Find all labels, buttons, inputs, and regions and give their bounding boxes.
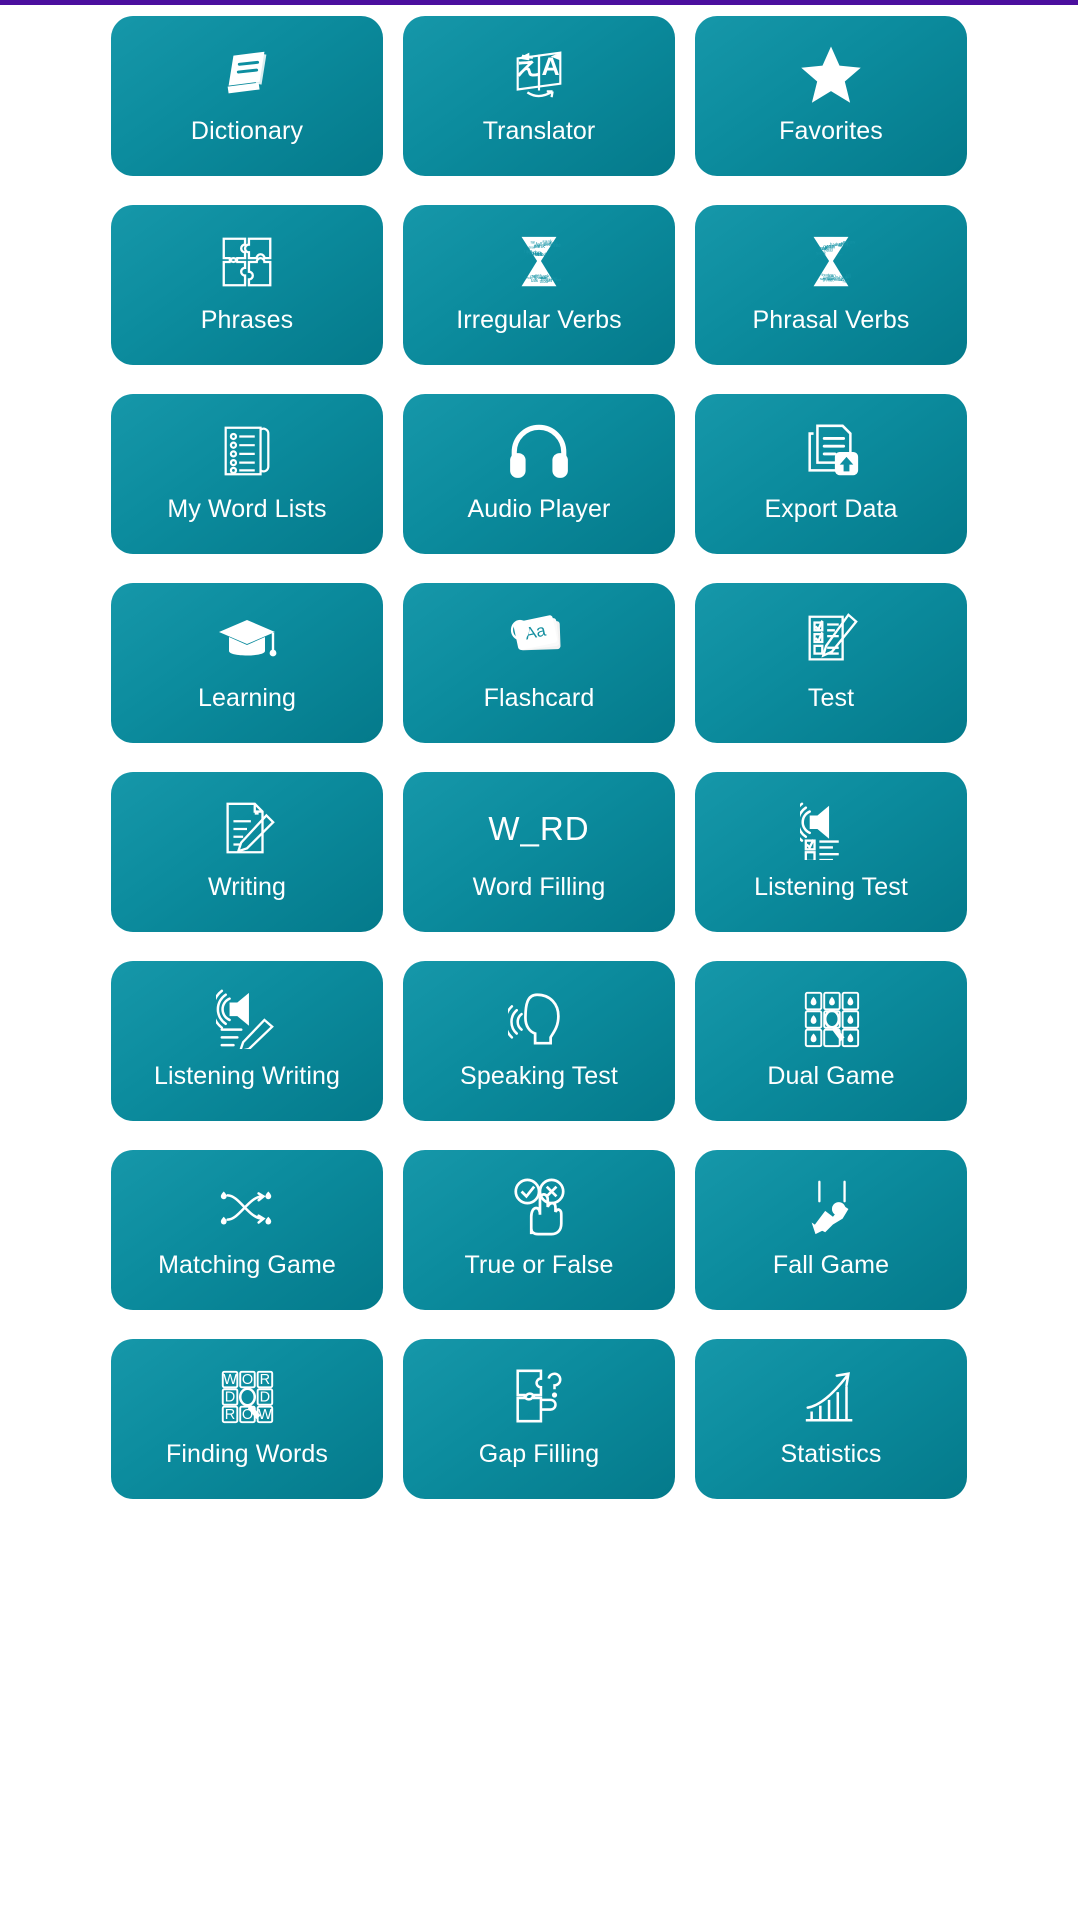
hourglass-words-icon: thod grow sank talk fall had met ran sat thod grow… [695,225,967,299]
graduation-cap-icon [111,603,383,677]
checklist-pencil-icon [695,603,967,677]
card-label: My Word Lists [167,497,326,522]
feature-card-listening-writing[interactable]: Listening Writing [111,961,383,1121]
svg-text:fall: fall [536,242,542,248]
speaker-checklist-icon [695,792,967,866]
scroll-list-icon [111,414,383,488]
speaking-head-icon [403,981,675,1055]
svg-text:met: met [845,275,851,279]
card-label: Gap Filling [479,1442,600,1467]
card-label: Statistics [780,1442,881,1467]
card-label: Speaking Test [460,1064,618,1089]
feature-card-export-data[interactable]: Export Data [695,394,967,554]
card-label: Favorites [779,119,883,144]
svg-text:O: O [242,1372,253,1388]
card-label: Listening Test [754,875,908,900]
check-cross-hand-icon [403,1170,675,1244]
book-icon [111,36,383,110]
flashcards-icon: Aa [403,603,675,677]
puzzle-question-icon [403,1359,675,1433]
feature-card-test[interactable]: Test [695,583,967,743]
card-label: Dual Game [767,1064,894,1089]
feature-card-phrases[interactable]: Phrases [111,205,383,365]
feature-card-matching-game[interactable]: Matching Game [111,1150,383,1310]
hourglass-words-icon: thod grow sank talk fall had met ran sat thod grow… [403,225,675,299]
feature-card-writing[interactable]: Writing [111,772,383,932]
word-search-grid-icon: WORDDROW [111,1359,383,1433]
memory-card-grid-icon [695,981,967,1055]
bar-chart-arrow-icon [695,1359,967,1433]
svg-text:ran: ran [533,251,541,257]
svg-text:had: had [843,279,849,284]
headphones-icon [403,414,675,488]
feature-card-statistics[interactable]: Statistics [695,1339,967,1499]
star-icon [695,36,967,110]
svg-text:thod: thod [834,277,842,282]
card-label: Irregular Verbs [456,308,621,333]
card-label: Phrasal Verbs [753,308,910,333]
svg-text:D: D [260,1389,270,1405]
feature-card-dictionary[interactable]: Dictionary [111,16,383,176]
card-label: Learning [198,686,296,711]
feature-card-flashcard[interactable]: Aa Flashcard [403,583,675,743]
feature-card-learning[interactable]: Learning [111,583,383,743]
feature-card-dual-game[interactable]: Dual Game [695,961,967,1121]
feature-card-audio-player[interactable]: Audio Player [403,394,675,554]
svg-text:sat: sat [553,243,560,249]
card-label: Writing [208,875,286,900]
card-label: True or False [464,1253,613,1278]
card-label: Listening Writing [154,1064,340,1089]
card-label: Dictionary [191,119,303,144]
card-label: Translator [483,119,596,144]
feature-card-irregular-verbs[interactable]: thod grow sank talk fall had met ran sat thod grow… [403,205,675,365]
document-pencil-icon [111,792,383,866]
svg-text:ran: ran [827,244,835,250]
feature-card-translator[interactable]: え A Translator [403,16,675,176]
svg-text:ran: ran [532,274,537,278]
feature-card-fall-game[interactable]: Fall Game [695,1150,967,1310]
svg-text:W: W [258,1407,272,1423]
card-label: Export Data [764,497,897,522]
card-label: Word Filling [473,875,606,900]
svg-text:ran: ran [838,252,843,256]
svg-text:え: え [515,53,540,81]
svg-text:sat: sat [841,240,845,244]
card-label: Audio Player [468,497,611,522]
feature-card-finding-words[interactable]: W O R D D R O W Finding Words [111,1339,383,1499]
svg-text:R: R [225,1407,235,1423]
feature-card-listening-test[interactable]: Listening Test [695,772,967,932]
speaker-pencil-icon [111,981,383,1055]
svg-text:D: D [225,1389,235,1405]
feature-grid: Dictionary え A Translator Favorites Phrases th… [0,5,1078,1499]
svg-text:met: met [552,277,557,281]
card-label: Fall Game [773,1253,889,1278]
feature-card-gap-filling[interactable]: Gap Filling [403,1339,675,1499]
documents-upload-icon [695,414,967,488]
feature-card-favorites[interactable]: Favorites [695,16,967,176]
card-label: Matching Game [158,1253,336,1278]
svg-text:R: R [260,1372,270,1388]
feature-card-true-or-false[interactable]: True or False [403,1150,675,1310]
crossing-arrows-icon [111,1170,383,1244]
card-label: Phrases [201,308,293,333]
feature-card-speaking-test[interactable]: Speaking Test [403,961,675,1121]
card-label: Flashcard [484,686,595,711]
card-label: Finding Words [166,1442,328,1467]
card-label: Test [808,686,854,711]
puzzle-four-pieces-icon [111,225,383,299]
svg-text:A: A [542,53,560,81]
translate-card-icon: えA [403,36,675,110]
feature-card-my-word-lists[interactable]: My Word Lists [111,394,383,554]
text-glyph: W_RD [403,792,675,866]
feature-card-word-filling[interactable]: W_RD Word Filling [403,772,675,932]
feature-card-phrasal-verbs[interactable]: thod grow sank talk fall had met ran sat thod grow… [695,205,967,365]
falling-figure-icon [695,1170,967,1244]
svg-text:fall: fall [838,244,842,248]
svg-text:W: W [223,1372,237,1388]
svg-text:thod: thod [540,279,549,284]
word-filling-glyph: W_RD [488,792,589,866]
